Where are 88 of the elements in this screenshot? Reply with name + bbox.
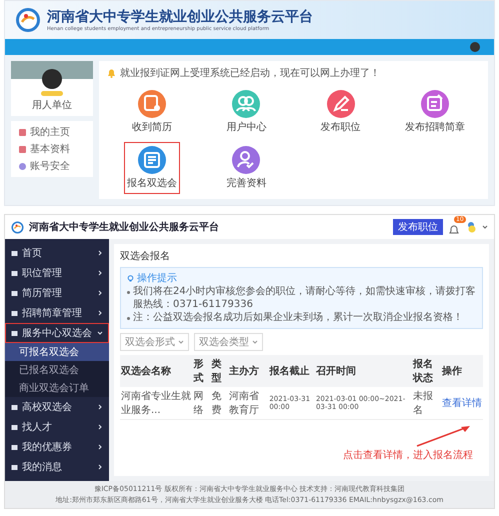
shortcut-tile[interactable]: 完善资料 [223,142,270,194]
shortcut-tile[interactable]: 发布招聘简章 [402,86,468,138]
table-cell: 河南省专业生就业服务... [120,386,193,419]
bell-icon[interactable] [448,224,460,236]
shortcut-tile[interactable]: 报名双选会 [124,142,180,194]
role-label: 用人单位 [32,98,72,112]
shortcut-tile[interactable]: 收到简历 [129,86,176,138]
filter-dropdown[interactable]: 双选会形式 [120,332,189,350]
caret-icon [97,290,103,296]
sidebar-item[interactable]: 服务中心双选会 [5,323,109,343]
sidebar-item[interactable]: 简历管理 [5,283,109,303]
shortcut-tile[interactable]: 用户中心 [223,86,270,138]
people-icon [232,90,260,118]
column-header: 类型 [210,354,228,386]
lightbulb-icon [127,274,134,282]
square-icon [11,270,18,276]
table-cell: 河南省教育厅 [228,386,268,419]
notice-text: 就业报到证网上受理系统已经启动，现在可以网上办理了！ [120,66,380,80]
bell-icon [107,68,116,78]
menu-link[interactable]: 账号安全 [30,159,70,173]
pen-icon [326,90,355,118]
column-header: 报名状态 [412,354,441,386]
square-icon [11,444,18,450]
card-icon [138,90,166,118]
caret-icon [97,270,103,276]
table-cell: 未报名 [412,386,441,419]
column-header: 召开时间 [314,354,412,386]
site-title: 河南省大中专学生就业创业公共服务云平台 [47,8,313,26]
square-icon [11,464,18,470]
sidebar-item[interactable]: 高校双选会 [5,397,109,417]
note-icon [420,90,449,118]
submenu-item[interactable]: 商业双选会订单 [5,379,109,397]
shortcut-tile[interactable]: 发布职位 [318,86,364,138]
sidebar-item[interactable]: 职位管理 [5,263,109,283]
page-title: 双选会报名 [120,250,171,263]
column-header: 操作 [440,354,483,386]
bullet-icon [127,317,130,320]
sidebar-item[interactable]: 招聘简章管理 [5,303,109,323]
page-icon [19,146,26,152]
square-icon [11,290,18,296]
menu-link[interactable]: 我的主页 [30,125,70,139]
annotation-text: 点击查看详情，进入报名流程 [343,448,473,462]
caret-icon [178,338,184,344]
avatar-icon [42,69,62,89]
role-badge [41,91,63,96]
logo-icon [15,7,41,33]
submenu-item[interactable]: 已报名双选会 [5,361,109,379]
avatar-icon[interactable] [465,221,477,233]
avatar-icon[interactable] [470,42,480,52]
sidebar-item[interactable]: 我的消息 [5,457,109,477]
sidebar-item[interactable]: 我的优惠券 [5,437,109,457]
publish-button[interactable]: 发布职位 [393,219,443,235]
square-icon [11,310,18,316]
caret-icon [252,338,258,344]
square-icon [11,330,18,336]
caret-icon [97,464,103,470]
column-header: 主办方 [228,354,268,386]
column-header: 双选会名称 [120,354,193,386]
square-icon [11,424,18,430]
caret-icon[interactable] [482,224,488,230]
sidebar-item[interactable]: 首页 [5,243,109,263]
document-icon [138,146,166,174]
tips-heading: 操作提示 [137,272,177,285]
column-header: 报名截止 [268,354,315,386]
site-title: 河南省大中专学生就业创业公共服务云平台 [29,220,220,234]
sidebar-item[interactable]: 找人才 [5,417,109,437]
square-icon [11,404,18,410]
caret-icon [97,330,103,336]
caret-icon [97,424,103,430]
page-icon [19,128,26,136]
caret-icon [97,250,103,256]
square-icon [11,250,18,256]
menu-link[interactable]: 基本资料 [30,142,70,156]
table-cell: 网络 [192,386,210,419]
table-cell: 免费 [210,386,228,419]
filter-dropdown[interactable]: 双选会类型 [194,332,263,350]
tip-text: 注：公益双选会报名成功后如果企业未到场，累计一次取消企业报名资格！ [133,312,463,324]
column-header: 形式 [192,354,210,386]
user-check-icon [232,146,260,174]
logo-icon [11,220,24,234]
caret-icon [97,444,103,450]
caret-icon [97,310,103,316]
submenu-item[interactable]: 可报名双选会 [5,343,109,361]
circle-icon [19,162,26,170]
bullet-icon [127,291,130,294]
caret-icon [97,404,103,410]
details-link[interactable]: 查看详情 [442,398,482,408]
tip-text: 我们将在24小时内审核您参会的职位，请耐心等待，如需快速审核，请拨打客服热线：0371-61179336 [133,286,476,311]
